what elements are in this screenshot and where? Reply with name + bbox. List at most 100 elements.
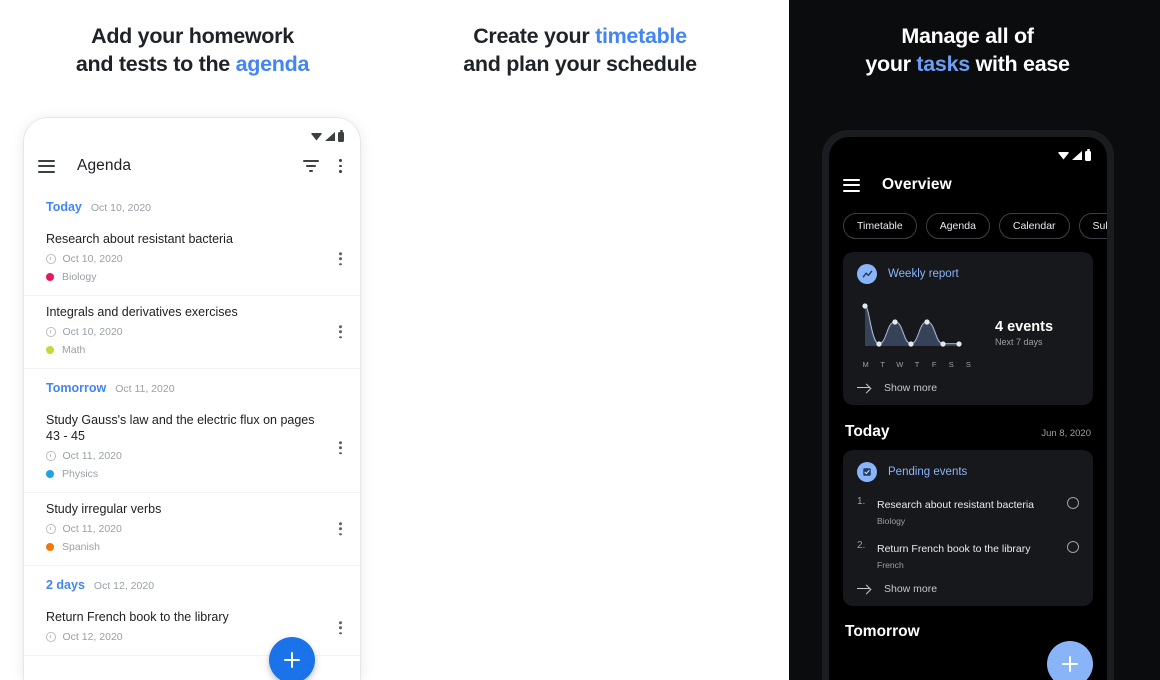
more-vertical-icon[interactable] [335, 157, 346, 174]
list-item[interactable]: 1. Research about resistant bacteria Bio… [857, 495, 1079, 526]
section-header-tomorrow: Tomorrow [829, 606, 1107, 641]
subject-name: Spanish [62, 541, 100, 553]
battery-icon [1085, 148, 1091, 161]
list-item[interactable]: Research about resistant bacteria Oct 10… [24, 223, 360, 296]
headline-line-1: Add your homework [91, 24, 294, 48]
chip-timetable[interactable]: Timetable [843, 213, 917, 239]
wifi-icon [311, 132, 322, 141]
screenshot-root: Add your homework and tests to the agend… [0, 0, 1160, 680]
app-bar-agenda: Agenda [24, 144, 360, 188]
add-button[interactable] [1047, 641, 1093, 680]
event-range: Next 7 days [995, 336, 1043, 347]
chart-icon [857, 264, 877, 284]
clock-icon [46, 524, 56, 534]
report-summary: 4 events Next 7 days [995, 319, 1053, 347]
status-bar [24, 118, 360, 144]
axis-tick: W [896, 360, 904, 369]
panel-overview: Manage all of your tasks with ease Overv… [775, 0, 1160, 680]
chip-agenda[interactable]: Agenda [925, 213, 990, 239]
task-date: Oct 10, 2020 [62, 326, 123, 338]
more-vertical-icon[interactable] [339, 441, 342, 455]
section-title: Today [845, 423, 890, 440]
list-item[interactable]: Integrals and derivatives exercises Oct … [24, 296, 360, 369]
subject-color-dot [46, 543, 54, 551]
subject-name: Biology [62, 271, 97, 283]
app-bar-overview: Overview [829, 163, 1107, 207]
day-label: 2 days [46, 578, 85, 592]
more-vertical-icon[interactable] [339, 252, 342, 266]
task-title: Study Gauss's law and the electric flux … [46, 413, 315, 443]
subject-color-dot [46, 346, 54, 354]
sparkline-chart: M T W T F S S [857, 296, 977, 369]
filter-icon[interactable] [303, 159, 320, 173]
headline-agenda: Add your homework and tests to the agend… [0, 22, 385, 78]
battery-icon [338, 129, 344, 142]
axis-tick: T [914, 360, 920, 369]
more-vertical-icon[interactable] [339, 522, 342, 536]
task-title: Research about resistant bacteria [46, 232, 233, 246]
phone-screen-overview: Overview Timetable Agenda Calendar Sub W… [829, 137, 1107, 680]
list-item[interactable]: 2. Return French book to the library Fre… [857, 539, 1079, 570]
day-date: Oct 11, 2020 [115, 383, 175, 395]
headline-highlight-agenda: agenda [235, 52, 310, 76]
agenda-list: Today Oct 10, 2020 Research about resist… [24, 188, 360, 656]
task-subject: Math [46, 344, 316, 356]
item-subject: French [877, 560, 904, 570]
app-bar-actions [303, 157, 346, 174]
clock-icon [46, 632, 56, 642]
event-count: 4 events [995, 318, 1054, 335]
complete-checkbox[interactable] [1067, 497, 1079, 509]
pending-events-card[interactable]: Pending events 1. Research about resista… [843, 450, 1093, 606]
list-item[interactable]: Study Gauss's law and the electric flux … [24, 404, 360, 493]
item-number: 1. [857, 496, 866, 507]
axis-tick: M [862, 360, 869, 369]
weekly-report-card[interactable]: Weekly report M T W T F S S 4 events Nex… [843, 252, 1093, 405]
wifi-icon [1058, 151, 1069, 160]
status-bar [829, 137, 1107, 163]
card-header: Pending events [857, 462, 1079, 482]
task-meta: Oct 10, 2020 [46, 326, 316, 338]
task-meta: Oct 10, 2020 [46, 253, 316, 265]
sparkline-axis-labels: M T W T F S S [857, 360, 977, 369]
axis-tick: S [948, 360, 954, 369]
section-title: Tomorrow [845, 623, 920, 640]
clock-icon [46, 451, 56, 461]
item-title: Research about resistant bacteria [877, 499, 1035, 511]
task-meta: Oct 11, 2020 [46, 450, 316, 462]
hamburger-icon[interactable] [843, 178, 860, 192]
chip-calendar[interactable]: Calendar [998, 213, 1070, 239]
list-item[interactable]: Study irregular verbs Oct 11, 2020 Spani… [24, 493, 360, 566]
hamburger-icon[interactable] [38, 159, 55, 173]
day-label: Today [46, 200, 82, 214]
subject-name: Math [62, 344, 86, 356]
add-icon [1062, 656, 1078, 672]
day-label: Tomorrow [46, 381, 107, 395]
card-title: Pending events [888, 466, 968, 478]
phone-frame-overview: Overview Timetable Agenda Calendar Sub W… [822, 130, 1114, 680]
axis-tick: T [880, 360, 885, 369]
subject-color-dot [46, 470, 54, 478]
task-title: Integrals and derivatives exercises [46, 305, 238, 319]
chip-subjects[interactable]: Sub [1078, 213, 1107, 239]
headline-overview: Manage all of your tasks with ease [775, 22, 1160, 78]
more-vertical-icon[interactable] [339, 621, 342, 635]
panel-timetable: Create your timetable and plan your sche… [385, 0, 775, 680]
day-date: Oct 12, 2020 [93, 580, 155, 592]
arrow-right-icon [857, 584, 870, 594]
clock-icon [46, 327, 56, 337]
day-header: 2 days Oct 12, 2020 [24, 566, 360, 601]
headline-timetable: Create your timetable and plan your sche… [385, 22, 775, 78]
item-subject: Biology [877, 516, 906, 526]
show-more-pending-events[interactable]: Show more [857, 583, 1079, 595]
complete-checkbox[interactable] [1067, 541, 1079, 553]
headline-line-2-prefix: your [865, 52, 917, 76]
filter-chips: Timetable Agenda Calendar Sub [829, 207, 1107, 239]
day-date: Oct 10, 2020 [90, 202, 152, 214]
add-button[interactable] [269, 637, 315, 680]
show-more-weekly-report[interactable]: Show more [857, 382, 1079, 394]
day-header: Tomorrow Oct 11, 2020 [24, 369, 360, 404]
more-vertical-icon[interactable] [339, 325, 342, 339]
item-text: Research about resistant bacteria Biolog… [877, 495, 1067, 526]
headline-line-2: and plan your schedule [463, 52, 697, 76]
task-date: Oct 12, 2020 [62, 631, 123, 643]
